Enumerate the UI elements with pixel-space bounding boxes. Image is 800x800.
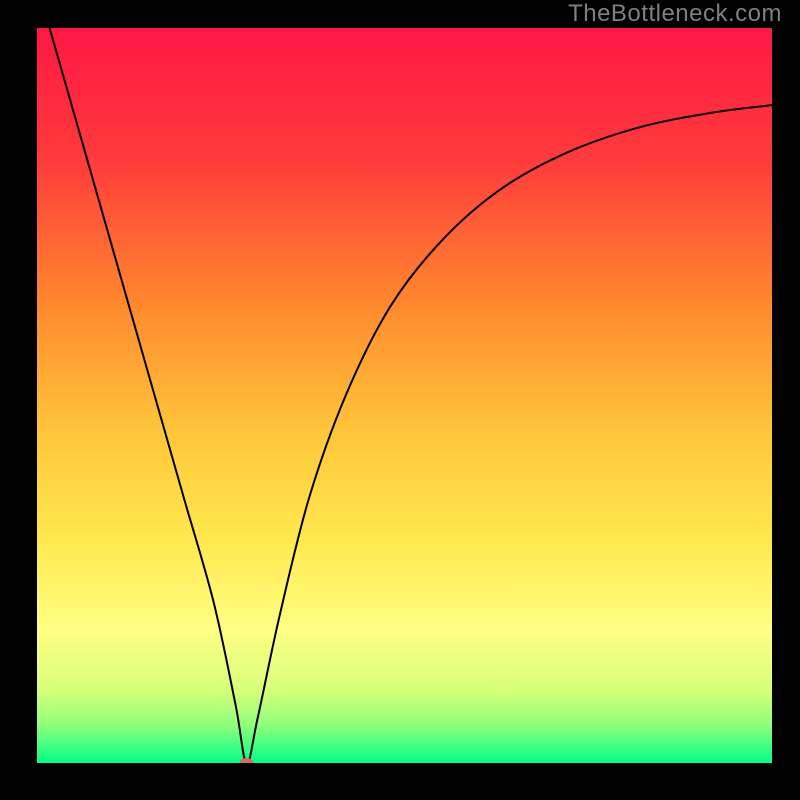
- chart-frame: TheBottleneck.com: [0, 0, 800, 800]
- chart-svg: [37, 28, 772, 763]
- plot-area: [37, 28, 772, 763]
- gradient-background: [37, 28, 772, 763]
- watermark-text: TheBottleneck.com: [568, 0, 782, 28]
